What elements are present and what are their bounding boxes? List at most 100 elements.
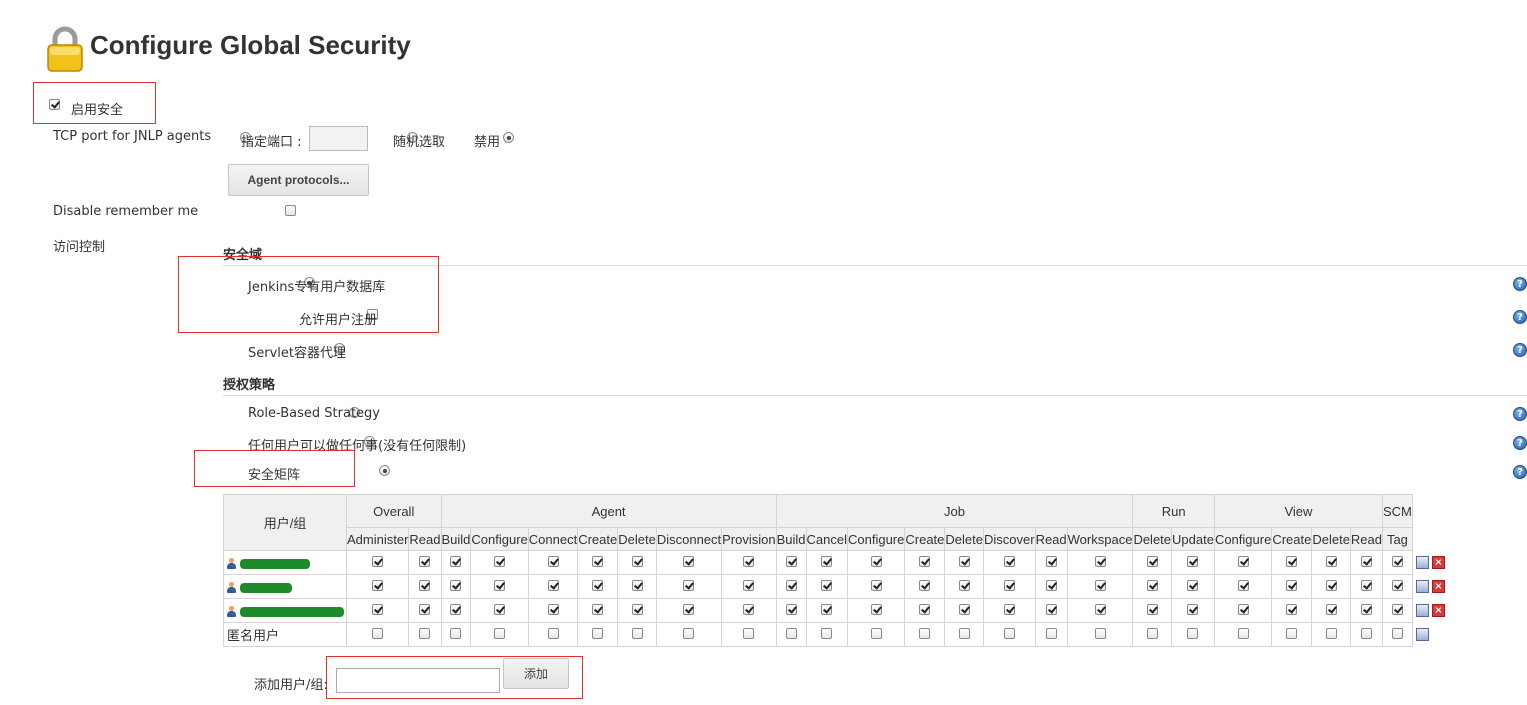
matrix-permission-checkbox[interactable] [592, 580, 604, 591]
matrix-permission-checkbox[interactable] [785, 580, 797, 591]
matrix-permission-checkbox[interactable] [419, 628, 431, 639]
matrix-permission-checkbox[interactable] [547, 556, 559, 567]
delete-icon[interactable]: × [1432, 604, 1445, 617]
matrix-permission-checkbox[interactable] [372, 556, 384, 567]
matrix-permission-checkbox[interactable] [870, 604, 882, 615]
matrix-permission-checkbox[interactable] [1391, 628, 1403, 639]
matrix-permission-checkbox[interactable] [1187, 556, 1199, 567]
matrix-permission-checkbox[interactable] [743, 580, 755, 591]
matrix-permission-checkbox[interactable] [372, 628, 384, 639]
matrix-permission-checkbox[interactable] [450, 580, 462, 591]
disable-remember-me-checkbox[interactable] [284, 205, 296, 216]
matrix-permission-checkbox[interactable] [1237, 580, 1249, 591]
matrix-permission-checkbox[interactable] [1146, 604, 1158, 615]
matrix-permission-checkbox[interactable] [419, 556, 431, 567]
help-icon[interactable]: ? [1513, 343, 1527, 357]
matrix-permission-checkbox[interactable] [419, 580, 431, 591]
matrix-permission-checkbox[interactable] [1187, 628, 1199, 639]
matrix-permission-checkbox[interactable] [821, 628, 833, 639]
matrix-permission-checkbox[interactable] [1391, 556, 1403, 567]
add-user-button[interactable]: 添加 [503, 658, 569, 689]
matrix-permission-checkbox[interactable] [450, 556, 462, 567]
matrix-permission-checkbox[interactable] [372, 580, 384, 591]
matrix-permission-checkbox[interactable] [547, 580, 559, 591]
matrix-permission-checkbox[interactable] [1146, 628, 1158, 639]
matrix-permission-checkbox[interactable] [547, 628, 559, 639]
matrix-permission-checkbox[interactable] [494, 556, 506, 567]
matrix-permission-checkbox[interactable] [1003, 556, 1015, 567]
matrix-permission-checkbox[interactable] [1094, 556, 1106, 567]
matrix-permission-checkbox[interactable] [450, 628, 462, 639]
matrix-permission-checkbox[interactable] [1360, 580, 1372, 591]
matrix-permission-checkbox[interactable] [1003, 628, 1015, 639]
matrix-permission-checkbox[interactable] [1146, 556, 1158, 567]
matrix-permission-checkbox[interactable] [683, 580, 695, 591]
matrix-permission-checkbox[interactable] [919, 556, 931, 567]
matrix-permission-checkbox[interactable] [743, 556, 755, 567]
matrix-permission-checkbox[interactable] [1003, 580, 1015, 591]
matrix-permission-checkbox[interactable] [1286, 556, 1298, 567]
matrix-permission-checkbox[interactable] [785, 628, 797, 639]
edit-icon[interactable] [1416, 580, 1429, 593]
matrix-permission-checkbox[interactable] [1094, 628, 1106, 639]
matrix-permission-checkbox[interactable] [1003, 604, 1015, 615]
matrix-permission-checkbox[interactable] [372, 604, 384, 615]
matrix-permission-checkbox[interactable] [1360, 628, 1372, 639]
edit-icon[interactable] [1416, 556, 1429, 569]
delete-icon[interactable]: × [1432, 556, 1445, 569]
matrix-permission-checkbox[interactable] [1237, 604, 1249, 615]
matrix-permission-checkbox[interactable] [683, 556, 695, 567]
matrix-permission-checkbox[interactable] [631, 604, 643, 615]
help-icon[interactable]: ? [1513, 310, 1527, 324]
matrix-permission-checkbox[interactable] [592, 628, 604, 639]
matrix-permission-checkbox[interactable] [1286, 580, 1298, 591]
matrix-permission-checkbox[interactable] [1045, 604, 1057, 615]
matrix-permission-checkbox[interactable] [494, 604, 506, 615]
matrix-permission-checkbox[interactable] [919, 628, 931, 639]
matrix-permission-checkbox[interactable] [1094, 604, 1106, 615]
agent-protocols-button[interactable]: Agent protocols... [228, 164, 369, 196]
matrix-permission-checkbox[interactable] [1237, 628, 1249, 639]
matrix-permission-checkbox[interactable] [450, 604, 462, 615]
matrix-permission-checkbox[interactable] [785, 556, 797, 567]
jnlp-disable-radio[interactable] [503, 132, 515, 143]
matrix-permission-checkbox[interactable] [821, 580, 833, 591]
matrix-permission-checkbox[interactable] [1286, 628, 1298, 639]
help-icon[interactable]: ? [1513, 436, 1527, 450]
matrix-permission-checkbox[interactable] [494, 628, 506, 639]
matrix-permission-checkbox[interactable] [683, 604, 695, 615]
matrix-permission-checkbox[interactable] [958, 628, 970, 639]
matrix-permission-checkbox[interactable] [919, 580, 931, 591]
matrix-permission-checkbox[interactable] [547, 604, 559, 615]
matrix-permission-checkbox[interactable] [919, 604, 931, 615]
matrix-permission-checkbox[interactable] [1360, 556, 1372, 567]
matrix-permission-checkbox[interactable] [821, 556, 833, 567]
matrix-permission-checkbox[interactable] [1045, 628, 1057, 639]
matrix-permission-checkbox[interactable] [870, 580, 882, 591]
matrix-permission-checkbox[interactable] [1391, 580, 1403, 591]
matrix-permission-checkbox[interactable] [870, 556, 882, 567]
add-user-input[interactable] [336, 668, 500, 693]
matrix-permission-checkbox[interactable] [743, 628, 755, 639]
help-icon[interactable]: ? [1513, 407, 1527, 421]
matrix-permission-checkbox[interactable] [631, 628, 643, 639]
matrix-permission-checkbox[interactable] [592, 556, 604, 567]
matrix-permission-checkbox[interactable] [1286, 604, 1298, 615]
matrix-permission-checkbox[interactable] [631, 580, 643, 591]
matrix-permission-checkbox[interactable] [1325, 604, 1337, 615]
matrix-permission-checkbox[interactable] [958, 556, 970, 567]
matrix-permission-checkbox[interactable] [419, 604, 431, 615]
matrix-permission-checkbox[interactable] [870, 628, 882, 639]
help-icon[interactable]: ? [1513, 277, 1527, 291]
matrix-permission-checkbox[interactable] [631, 556, 643, 567]
matrix-permission-checkbox[interactable] [821, 604, 833, 615]
jnlp-port-input[interactable] [309, 126, 368, 151]
matrix-permission-checkbox[interactable] [1045, 580, 1057, 591]
delete-icon[interactable]: × [1432, 580, 1445, 593]
matrix-permission-checkbox[interactable] [1045, 556, 1057, 567]
matrix-permission-checkbox[interactable] [683, 628, 695, 639]
matrix-permission-checkbox[interactable] [494, 580, 506, 591]
edit-icon[interactable] [1416, 628, 1429, 641]
matrix-permission-checkbox[interactable] [743, 604, 755, 615]
matrix-permission-checkbox[interactable] [785, 604, 797, 615]
